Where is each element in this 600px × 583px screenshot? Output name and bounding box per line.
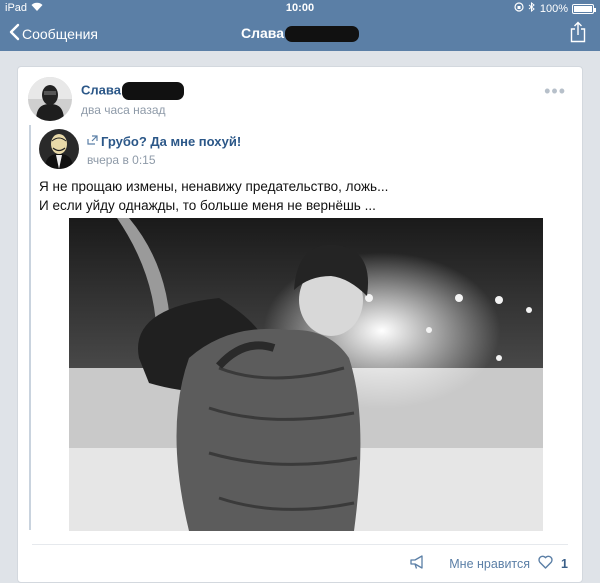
like-label[interactable]: Мне нравится: [449, 557, 530, 571]
top-bar: iPad 10:00 100% Сообщения Слава: [0, 0, 600, 51]
repost-time: вчера в 0:15: [87, 153, 156, 167]
repost-source-title: Грубо? Да мне похуй!: [101, 134, 242, 149]
redaction-mark: [285, 26, 359, 43]
post-footer: Мне нравится 1: [409, 554, 568, 573]
post-author-name[interactable]: Слава: [81, 82, 121, 97]
battery-icon: [572, 3, 596, 14]
battery-percent: 100%: [539, 2, 568, 15]
post-text-line: Я не прощаю измены, ненавижу предательст…: [39, 179, 389, 194]
post-time: два часа назад: [81, 103, 166, 117]
post-author[interactable]: Слава: [81, 82, 184, 100]
heart-icon[interactable]: [538, 555, 553, 572]
repost-indicator-bar: [29, 125, 31, 530]
more-options-icon[interactable]: •••: [544, 81, 566, 102]
post-photo[interactable]: [69, 218, 543, 531]
repost-source-avatar[interactable]: [39, 129, 79, 169]
bluetooth-icon: [528, 1, 536, 15]
lock-rotation-icon: [514, 2, 524, 15]
share-button[interactable]: [570, 21, 586, 48]
post-card: Слава два часа назад ••• Грубо? Да мне п…: [17, 66, 583, 583]
post-text-line: И если уйду однажды, то больше меня не в…: [39, 198, 376, 213]
megaphone-icon[interactable]: [409, 554, 427, 573]
repost-arrow-icon: [87, 134, 98, 149]
like-count: 1: [561, 556, 568, 571]
page-title-text: Слава: [241, 25, 284, 41]
status-time: 10:00: [285, 2, 315, 14]
footer-divider: [32, 544, 568, 545]
share-icon: [570, 21, 586, 47]
repost-source-link[interactable]: Грубо? Да мне похуй!: [87, 134, 241, 149]
author-avatar[interactable]: [28, 77, 72, 121]
redaction-mark: [121, 82, 184, 100]
status-bar: iPad 10:00 100%: [0, 0, 600, 16]
nav-bar: Сообщения Слава: [0, 16, 600, 51]
post-text: Я не прощаю измены, ненавижу предательст…: [39, 177, 388, 215]
page-title: Слава: [0, 25, 600, 43]
